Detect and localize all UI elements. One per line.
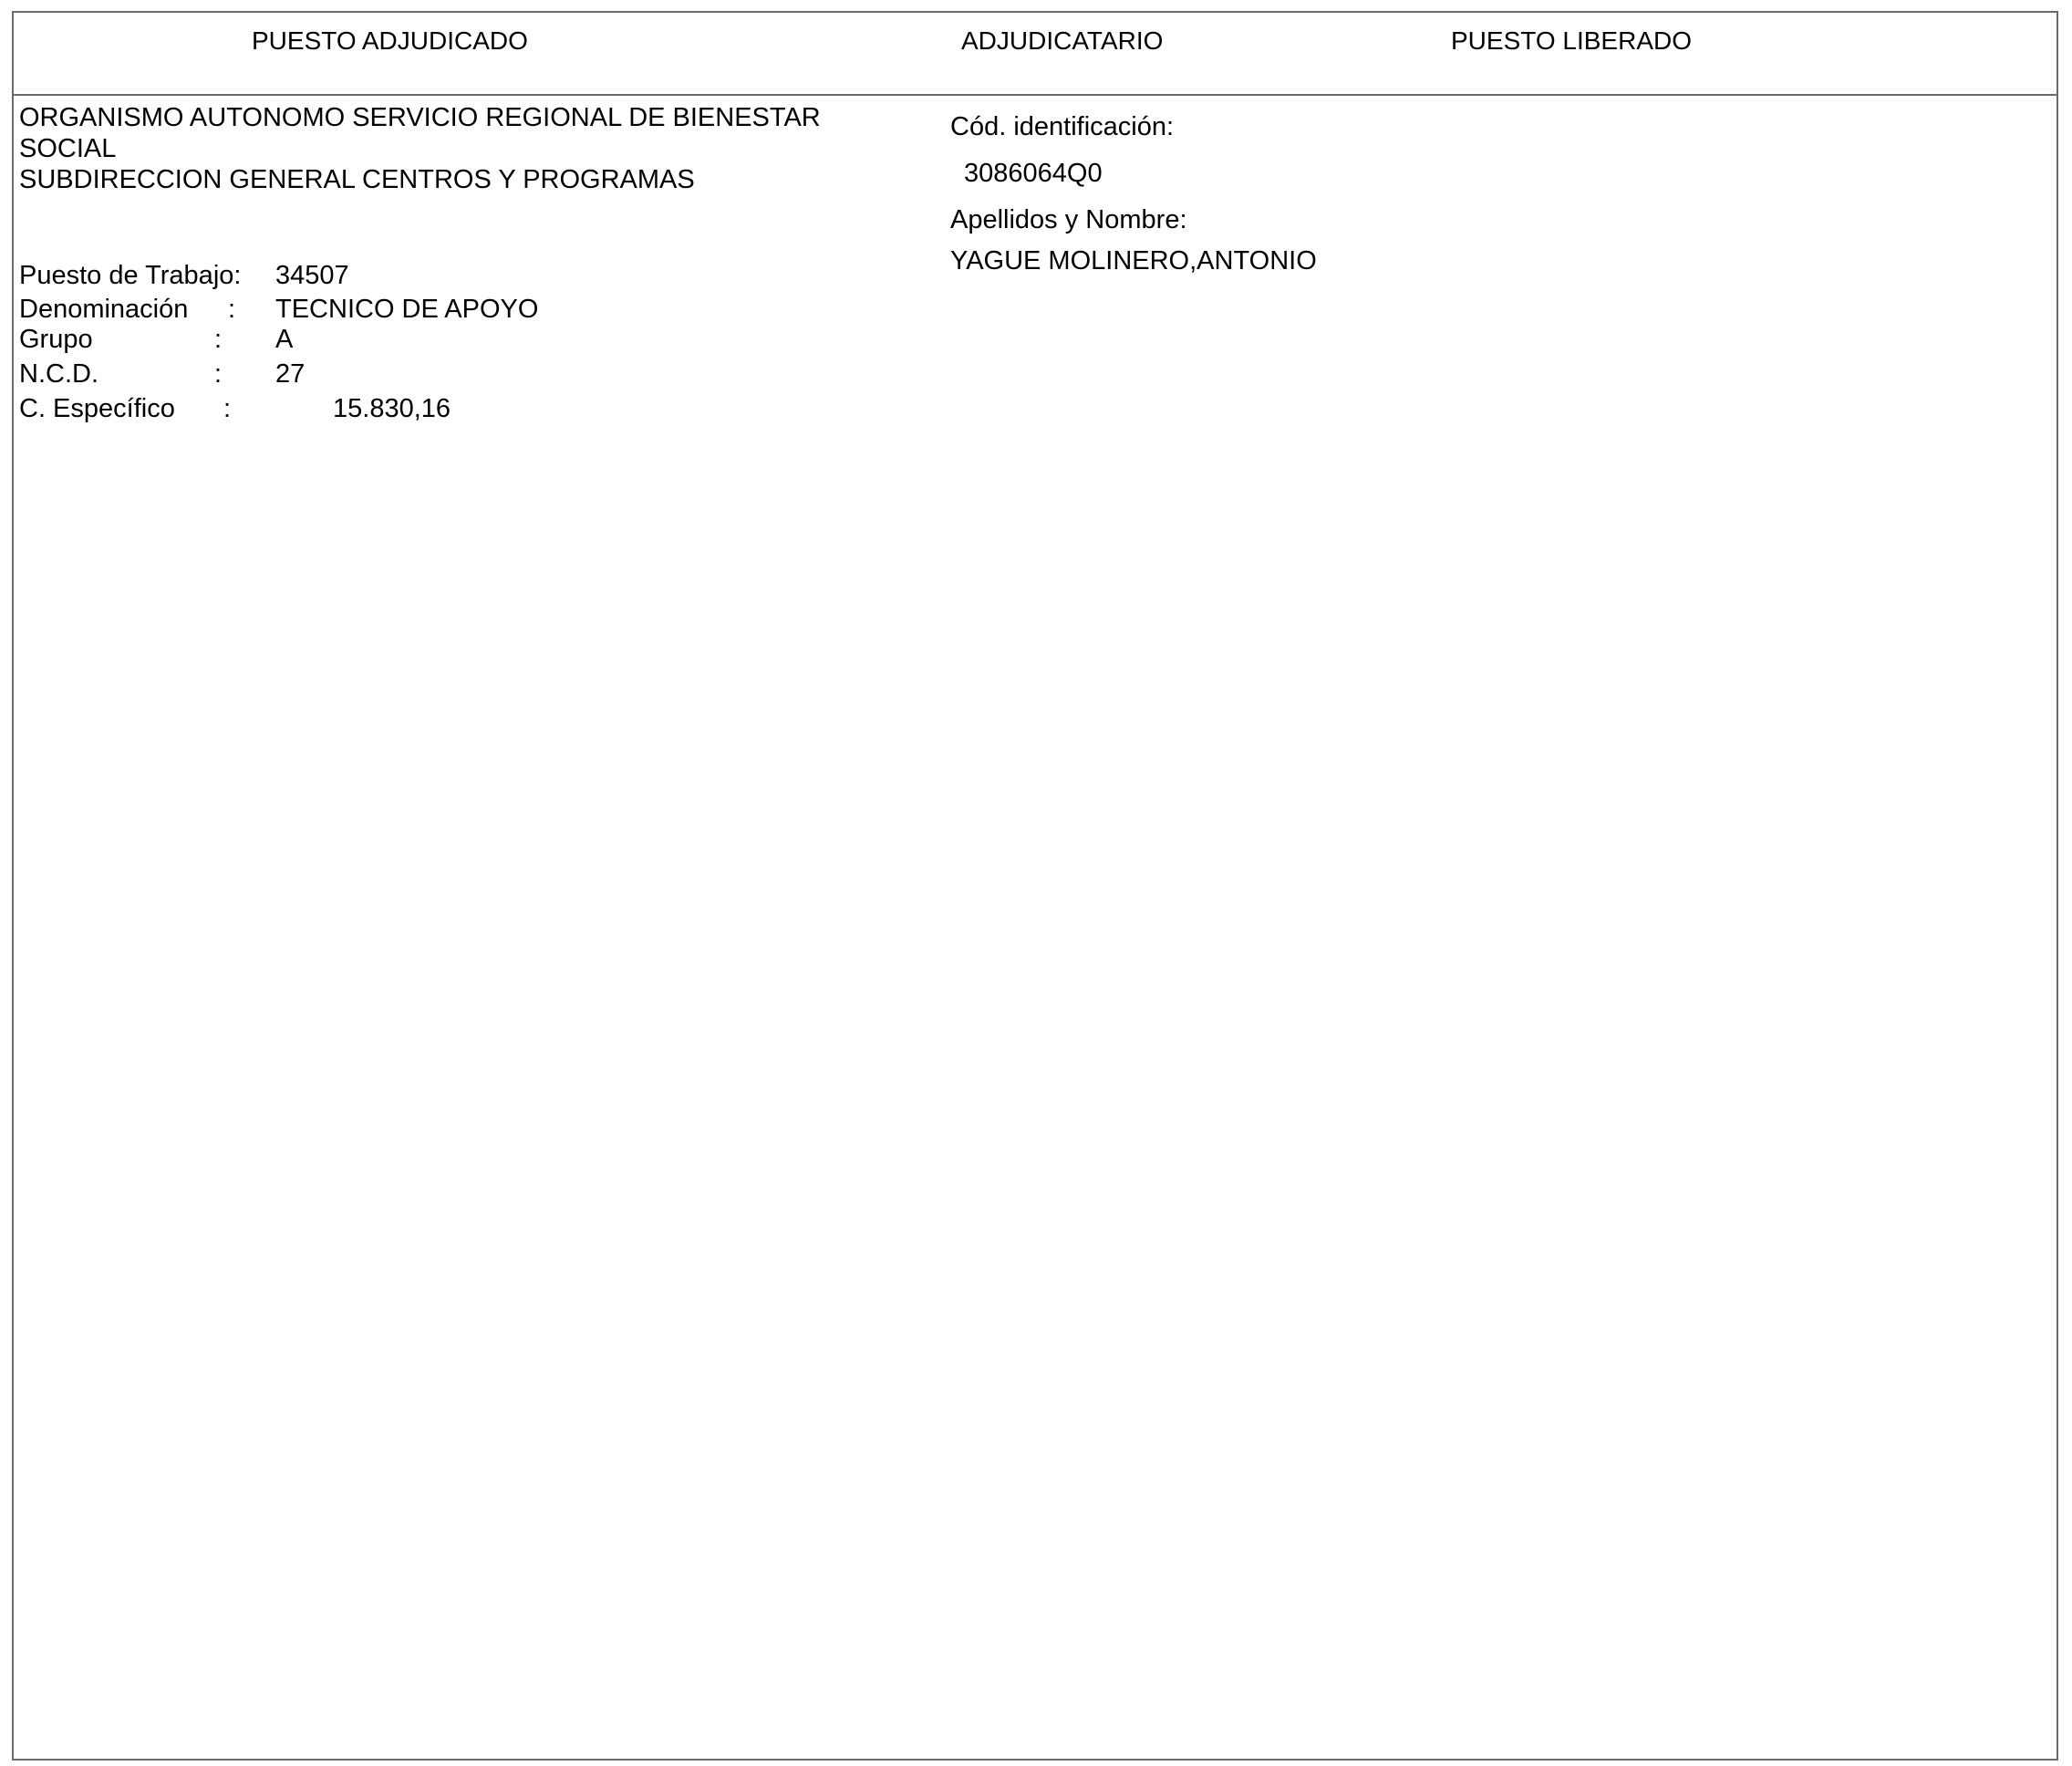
header-puesto-adjudicado: PUESTO ADJUDICADO [252, 26, 528, 55]
apellidos-nombre-label: Apellidos y Nombre: [950, 205, 1187, 234]
header-puesto-liberado: PUESTO LIBERADO [1451, 26, 1693, 55]
organismo-line-2: SOCIAL [19, 134, 117, 163]
especifico-colon: : [223, 394, 232, 423]
grupo-label: Grupo [19, 325, 93, 354]
denominacion-label: Denominación [19, 295, 189, 324]
ncd-colon: : [214, 359, 223, 389]
cod-identificacion-label: Cód. identificación: [950, 112, 1175, 141]
especifico-label: C. Específico [19, 394, 175, 423]
apellidos-nombre-value: YAGUE MOLINERO,ANTONIO [950, 246, 1317, 275]
header-adjudicatario: ADJUDICATARIO [961, 26, 1164, 55]
ncd-value: 27 [275, 359, 306, 389]
puesto-trabajo-value: 34507 [275, 261, 349, 290]
denominacion-colon: : [228, 295, 236, 324]
header-divider [12, 94, 2058, 96]
grupo-colon: : [214, 325, 223, 354]
especifico-value: 15.830,16 [333, 394, 451, 423]
organismo-line-1: ORGANISMO AUTONOMO SERVICIO REGIONAL DE … [19, 103, 821, 132]
grupo-value: A [275, 325, 294, 354]
puesto-trabajo-label: Puesto de Trabajo: [19, 261, 242, 290]
cod-identificacion-value: 3086064Q0 [964, 159, 1103, 188]
organismo-line-3: SUBDIRECCION GENERAL CENTROS Y PROGRAMAS [19, 165, 695, 194]
denominacion-value: TECNICO DE APOYO [275, 295, 539, 324]
ncd-label: N.C.D. [19, 359, 98, 389]
